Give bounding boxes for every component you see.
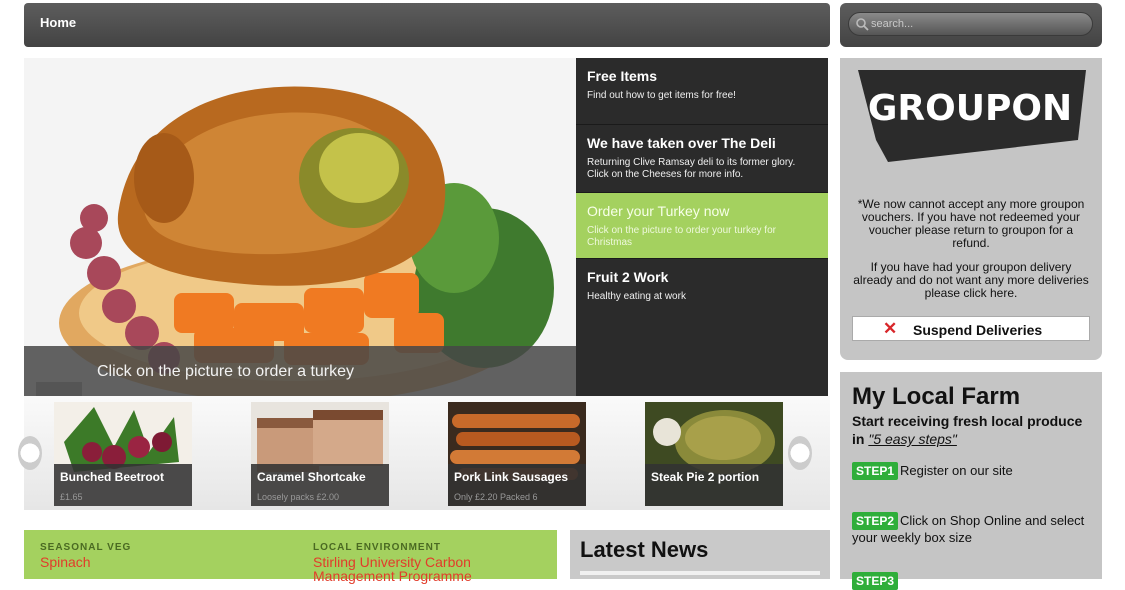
search-bar (840, 3, 1102, 47)
carousel-next-arrow[interactable] (788, 436, 812, 470)
local-farm-intro: Start receiving fresh local produce in "… (852, 412, 1092, 448)
feature-kicker: SEASONAL VEG (40, 542, 132, 553)
menu-item-deli[interactable]: We have taken over The Deli Returning Cl… (576, 125, 828, 193)
menu-item-title: We have taken over The Deli (587, 135, 776, 151)
svg-text:GROUPON: GROUPON (868, 88, 1072, 129)
groupon-panel: GROUPON *We now cannot accept any more g… (840, 58, 1102, 360)
hero-caption: Click on the picture to order a turkey (24, 346, 576, 396)
carousel-item-name: Caramel Shortcake (257, 470, 366, 484)
latest-news-heading: Latest News (580, 537, 709, 562)
step-badge: STEP1 (852, 462, 899, 480)
menu-item-desc: Healthy eating at work (587, 291, 686, 302)
groupon-logo: GROUPON (858, 70, 1086, 162)
hero-prev-arrow[interactable] (36, 382, 82, 396)
step-text: Register on our site (900, 463, 1013, 478)
menu-item-title: Free Items (587, 68, 658, 84)
feature-kicker: LOCAL ENVIRONMENT (313, 542, 441, 553)
search-field[interactable] (848, 12, 1093, 36)
step-2[interactable]: STEP2 Click on Shop Online and select you… (852, 512, 1097, 546)
groupon-message: *We now cannot accept any more groupon v… (850, 198, 1092, 311)
feature-title[interactable]: Spinach (40, 555, 131, 569)
carousel-item-label: Steak Pie 2 portion (645, 464, 783, 506)
search-icon (856, 18, 869, 31)
feature-local-environment[interactable]: LOCAL ENVIRONMENT Stirling University Ca… (313, 542, 543, 583)
menu-item-fruit-2-work[interactable]: Fruit 2 Work Healthy eating at work (576, 259, 828, 396)
carousel-item-price: Loosely packs £2.00 (257, 492, 340, 502)
latest-news-panel: Latest News (570, 530, 830, 579)
carousel-prev-arrow[interactable] (18, 436, 42, 470)
feature-panel: SEASONAL VEG Spinach LOCAL ENVIRONMENT S… (24, 530, 557, 583)
menu-item-free-items[interactable]: Free Items Find out how to get items for… (576, 58, 828, 125)
local-farm-heading: My Local Farm (852, 383, 1021, 410)
top-nav-bar: Home (24, 3, 830, 47)
feature-seasonal-veg[interactable]: SEASONAL VEG Spinach (40, 542, 131, 569)
suspend-deliveries-button[interactable]: ✕ Suspend Deliveries (852, 316, 1090, 341)
carousel-item-name: Pork Link Sausages (454, 470, 569, 484)
step-badge: STEP3 (852, 572, 899, 590)
step-3[interactable]: STEP3 (852, 572, 1097, 590)
menu-item-desc: Returning Clive Ramsay deli to its forme… (587, 157, 796, 180)
carousel-item-beetroot[interactable]: Bunched Beetroot £1.65 (54, 402, 192, 506)
step-1[interactable]: STEP1 Register on our site (852, 462, 1097, 480)
groupon-notice: *We now cannot accept any more groupon v… (857, 197, 1085, 250)
menu-item-title: Fruit 2 Work (587, 269, 669, 285)
carousel-item-label: Caramel Shortcake Loosely packs £2.00 (251, 464, 389, 506)
feature-menu: Free Items Find out how to get items for… (576, 58, 828, 396)
suspend-deliveries-label: Suspend Deliveries (913, 322, 1043, 338)
local-farm-panel: My Local Farm Start receiving fresh loca… (840, 372, 1102, 590)
news-divider (580, 571, 820, 575)
carousel-item-label: Pork Link Sausages Only £2.20 Packed 6 (448, 464, 586, 506)
carousel-item-shortcake[interactable]: Caramel Shortcake Loosely packs £2.00 (251, 402, 389, 506)
carousel-item-name: Steak Pie 2 portion (651, 470, 760, 484)
product-carousel: Bunched Beetroot £1.65 Caramel Shortcake… (18, 396, 830, 510)
easy-steps-link[interactable]: "5 easy steps" (868, 431, 957, 447)
carousel-item-sausages[interactable]: Pork Link Sausages Only £2.20 Packed 6 (448, 402, 586, 506)
carousel-item-name: Bunched Beetroot (60, 470, 165, 484)
step-badge: STEP2 (852, 512, 899, 530)
carousel-item-price: £1.65 (60, 492, 83, 502)
menu-item-turkey[interactable]: Order your Turkey now Click on the pictu… (576, 193, 828, 259)
menu-item-title: Order your Turkey now (587, 203, 730, 219)
groupon-delivery-note[interactable]: If you have had your groupon delivery al… (850, 261, 1092, 300)
carousel-item-price: Only £2.20 Packed 6 (454, 492, 538, 502)
carousel-item-label: Bunched Beetroot £1.65 (54, 464, 192, 506)
menu-item-desc: Click on the picture to order your turke… (587, 225, 776, 248)
search-input[interactable] (871, 16, 1081, 32)
menu-item-desc: Find out how to get items for free! (587, 90, 736, 101)
hero-caption-text: Click on the picture to order a turkey (97, 363, 355, 380)
carousel-item-steak-pie[interactable]: Steak Pie 2 portion (645, 402, 783, 506)
nav-home-link[interactable]: Home (40, 15, 76, 30)
close-icon: ✕ (883, 319, 898, 338)
